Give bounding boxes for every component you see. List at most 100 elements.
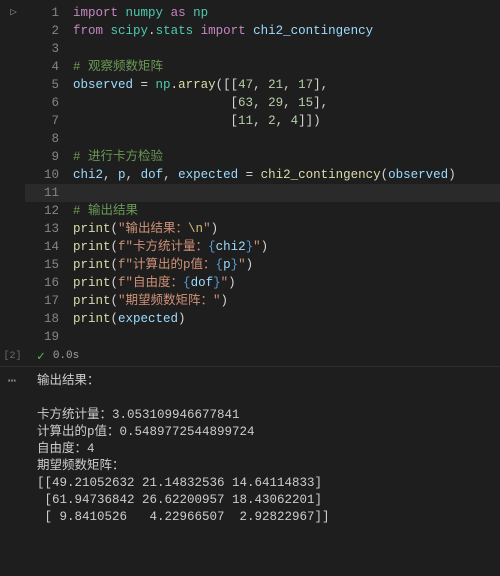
fstring-brace: {: [208, 240, 216, 254]
comma: ,: [253, 114, 268, 128]
run-cell-icon[interactable]: ▷: [10, 4, 15, 22]
paren: ): [228, 276, 236, 290]
alias: np: [193, 6, 208, 20]
line-number: 1: [25, 4, 73, 22]
code-line: 7 [11, 2, 4]]): [25, 112, 500, 130]
notebook-cell: ▷ 1 import numpy as np 2 from scipy.stat…: [0, 0, 500, 576]
fstring-brace: {: [216, 258, 224, 272]
identifier: p: [223, 258, 231, 272]
number: 2: [268, 114, 276, 128]
comment: # 观察频数矩阵: [73, 60, 163, 74]
line-number: 14: [25, 238, 73, 256]
comma: ,: [103, 168, 118, 182]
code-line: 5 observed = np.array([[47, 21, 17],: [25, 76, 500, 94]
module: numpy: [126, 6, 164, 20]
line-number: 3: [25, 40, 73, 58]
paren: ): [448, 168, 456, 182]
output-menu-icon[interactable]: ⋯: [0, 373, 25, 576]
cell-main: 1 import numpy as np 2 from scipy.stats …: [25, 0, 500, 576]
code-line: 14 print(f"卡方统计量：{chi2}"): [25, 238, 500, 256]
code-editor[interactable]: 1 import numpy as np 2 from scipy.stats …: [25, 0, 500, 346]
code-line: 3: [25, 40, 500, 58]
paren: ): [221, 294, 229, 308]
code-line: 4 # 观察频数矩阵: [25, 58, 500, 76]
keyword: import: [73, 6, 118, 20]
string: "输出结果：: [118, 222, 188, 236]
function: print: [73, 294, 111, 308]
paren: (: [111, 276, 119, 290]
string: f"卡方统计量：: [118, 240, 208, 254]
output-line: [ 9.8410526 4.22966507 2.92822967]]: [37, 510, 330, 524]
identifier: chi2: [73, 168, 103, 182]
identifier: expected: [118, 312, 178, 326]
keyword: as: [171, 6, 186, 20]
function: array: [178, 78, 216, 92]
comment: # 进行卡方检验: [73, 150, 163, 164]
output-text: 输出结果： 卡方统计量：3.053109946677841 计算出的p值：0.5…: [25, 373, 500, 576]
line-number: 9: [25, 148, 73, 166]
string: f"计算出的p值：: [118, 258, 216, 272]
number: 63: [238, 96, 253, 110]
paren: ): [246, 258, 254, 272]
line-number: 5: [25, 76, 73, 94]
exec-count: [2]: [0, 351, 25, 362]
number: 47: [238, 78, 253, 92]
line-number: 19: [25, 328, 73, 346]
paren: (: [111, 222, 119, 236]
code-line: 10 chi2, p, dof, expected = chi2_conting…: [25, 166, 500, 184]
function: chi2_contingency: [261, 168, 381, 182]
fstring-brace: {: [183, 276, 191, 290]
keyword: import: [201, 24, 246, 38]
code-line: 6 [63, 29, 15],: [25, 94, 500, 112]
identifier: p: [118, 168, 126, 182]
bracket: ],: [313, 96, 328, 110]
comma: ,: [253, 96, 268, 110]
number: 21: [268, 78, 283, 92]
paren: (: [111, 312, 119, 326]
dot: .: [171, 78, 179, 92]
fstring-brace: }: [231, 258, 239, 272]
operator: =: [238, 168, 261, 182]
line-number: 6: [25, 94, 73, 112]
number: 29: [268, 96, 283, 110]
code-line: 12 # 输出结果: [25, 202, 500, 220]
output-line: [61.94736842 26.62200957 18.43062201]: [37, 493, 322, 507]
string: ": [203, 222, 211, 236]
module: np: [156, 78, 171, 92]
number: 4: [291, 114, 299, 128]
output-line: 期望频数矩阵：: [37, 459, 125, 473]
bracket: ],: [313, 78, 328, 92]
number: 15: [298, 96, 313, 110]
cell-output: ⋯ 输出结果： 卡方统计量：3.053109946677841 计算出的p值：0…: [0, 366, 500, 576]
output-line: 卡方统计量：3.053109946677841: [37, 408, 240, 422]
identifier: chi2_contingency: [253, 24, 373, 38]
string: ": [238, 258, 246, 272]
line-number: 13: [25, 220, 73, 238]
code-line: 15 print(f"计算出的p值：{p}"): [25, 256, 500, 274]
identifier: observed: [388, 168, 448, 182]
paren: (: [111, 294, 119, 308]
output-line: 计算出的p值：0.5489772544899724: [37, 425, 255, 439]
keyword: from: [73, 24, 103, 38]
output-line: 输出结果：: [37, 374, 100, 388]
line-number: 8: [25, 130, 73, 148]
dot: .: [148, 24, 156, 38]
string: "期望频数矩阵：": [118, 294, 221, 308]
bracket: ]]): [298, 114, 321, 128]
comma: ,: [126, 168, 141, 182]
line-number: 4: [25, 58, 73, 76]
identifier: observed: [73, 78, 133, 92]
line-number: 11: [25, 184, 73, 202]
identifier: chi2: [216, 240, 246, 254]
paren: (: [111, 258, 119, 272]
string: ": [253, 240, 261, 254]
operator: =: [133, 78, 156, 92]
code-line: 19: [25, 328, 500, 346]
line-number: 18: [25, 310, 73, 328]
line-number: 15: [25, 256, 73, 274]
bracket: [: [231, 114, 239, 128]
line-number: 10: [25, 166, 73, 184]
bracket: ([[: [216, 78, 239, 92]
code-line: 16 print(f"自由度：{dof}"): [25, 274, 500, 292]
function: print: [73, 222, 111, 236]
